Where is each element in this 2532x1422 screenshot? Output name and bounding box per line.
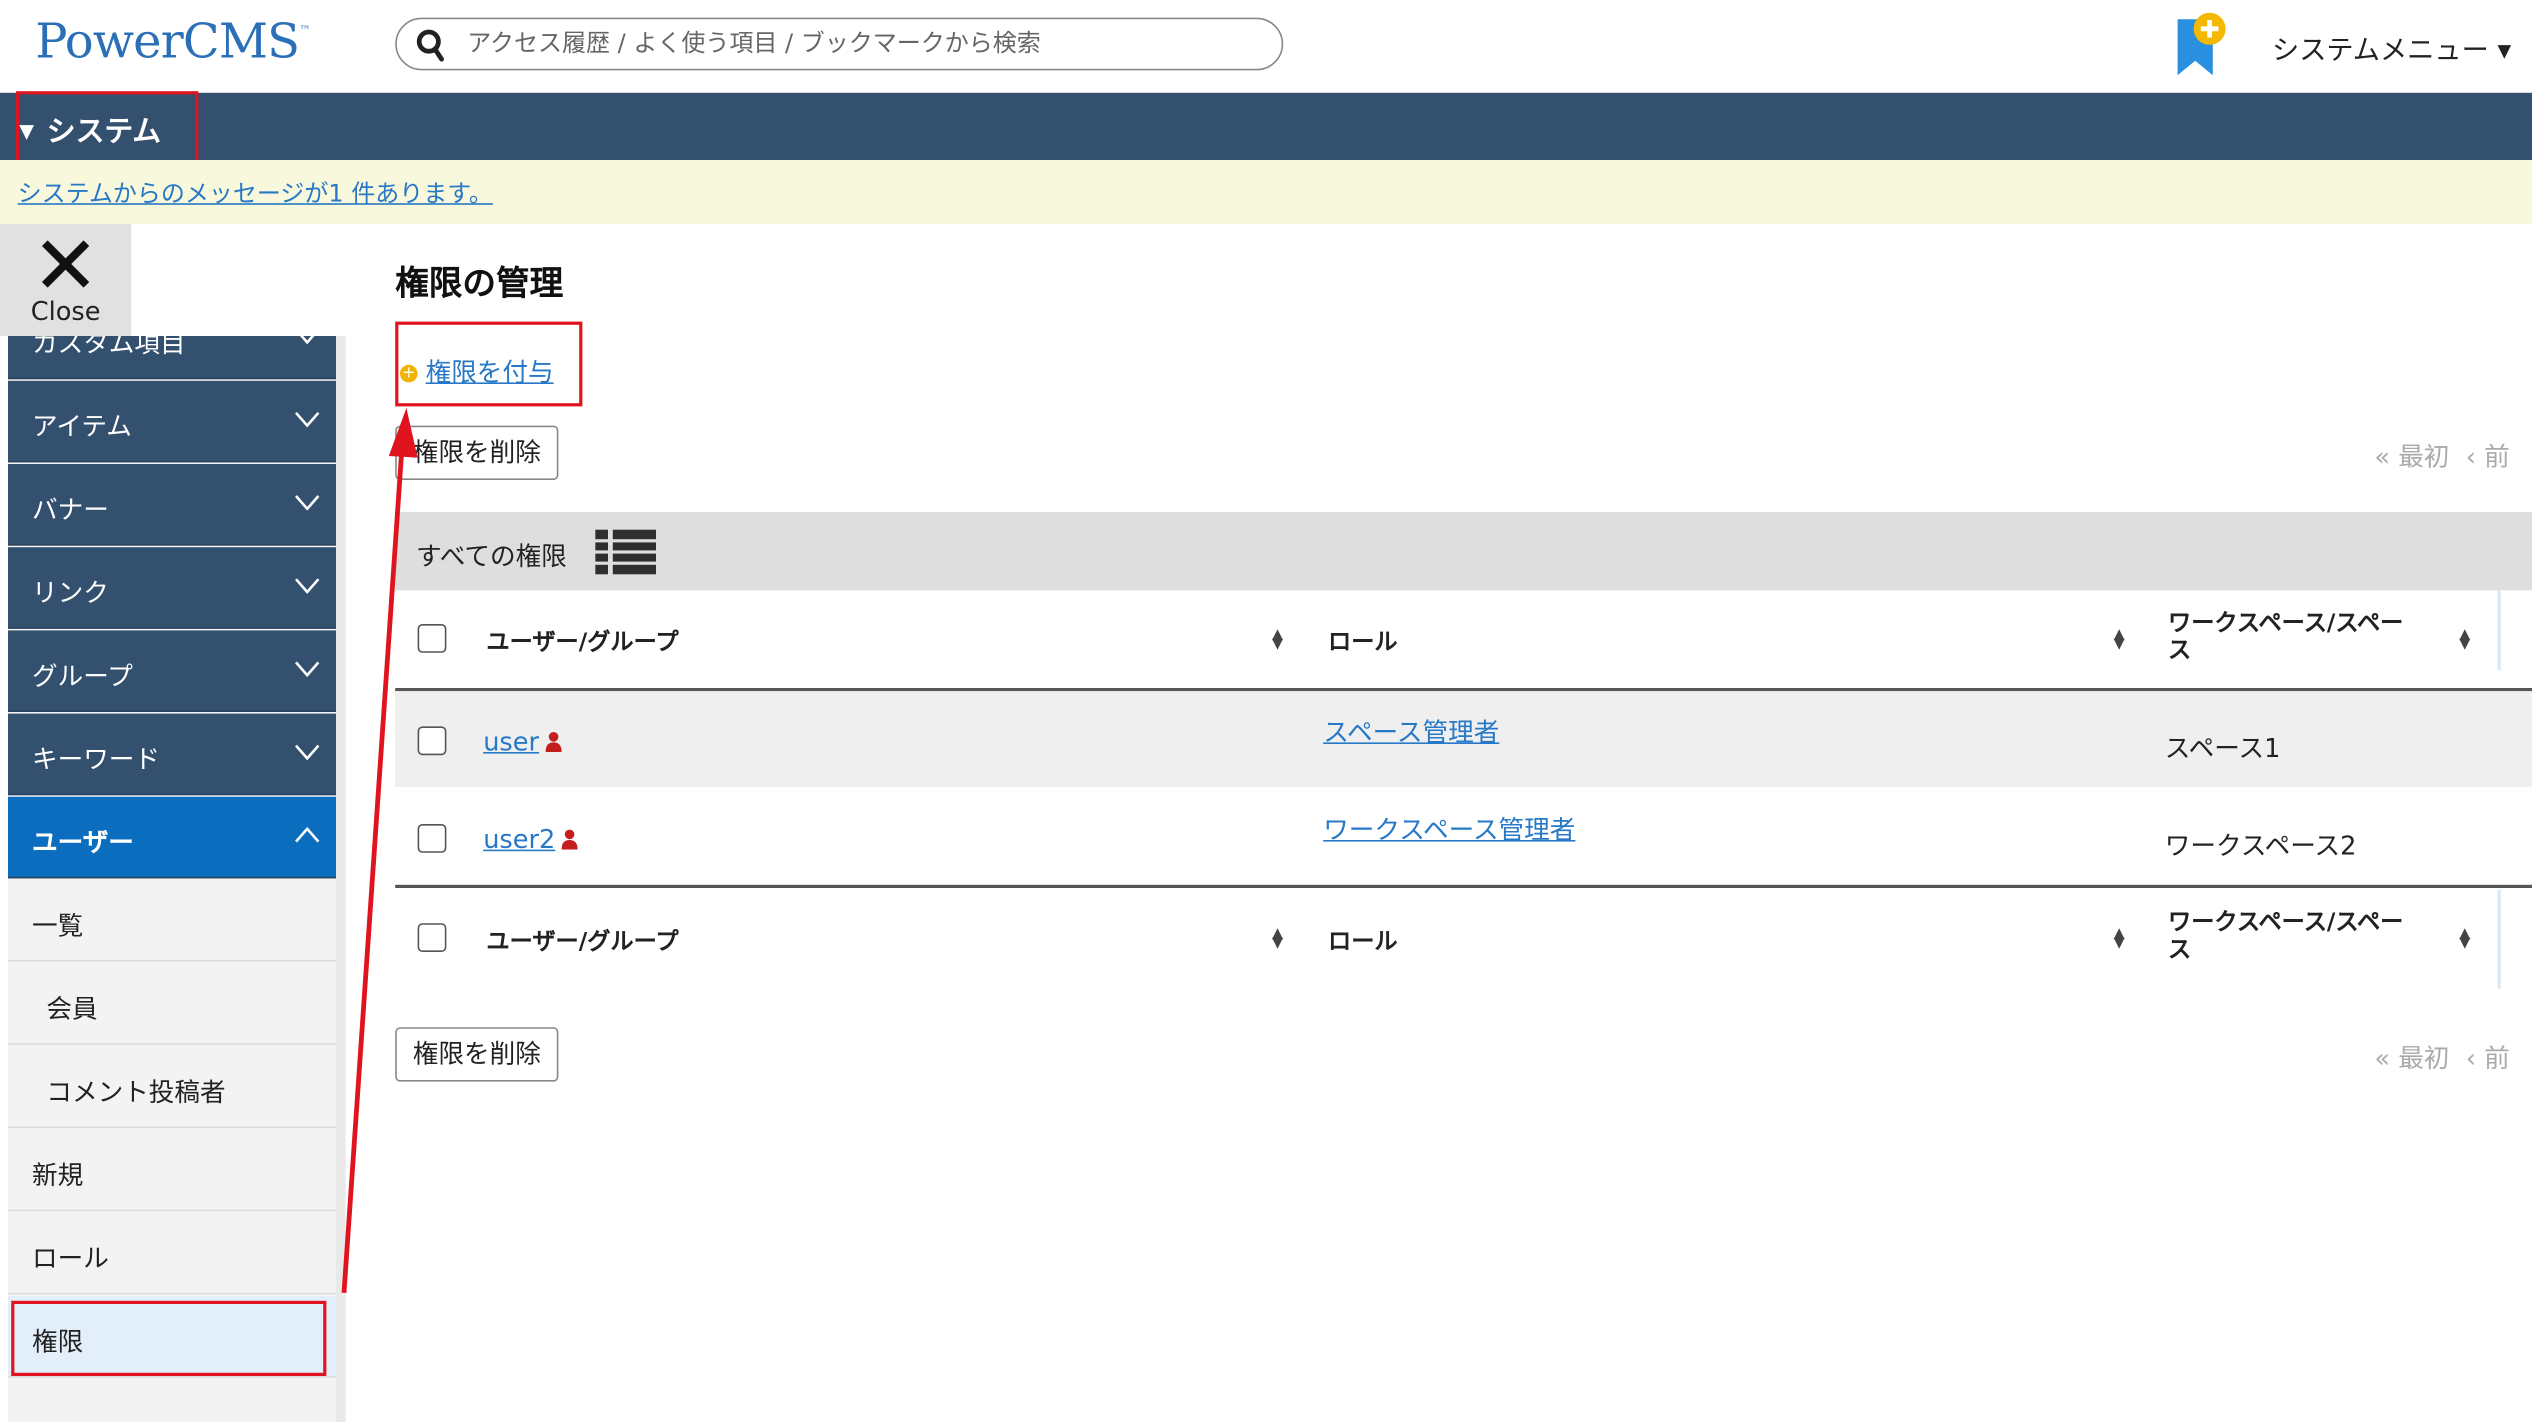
app-window: PowerCMS™ システムメニュー ▾ ▼システム システムからのメッセージが… [0,0,2532,1422]
annotation-arrow [341,408,418,1293]
